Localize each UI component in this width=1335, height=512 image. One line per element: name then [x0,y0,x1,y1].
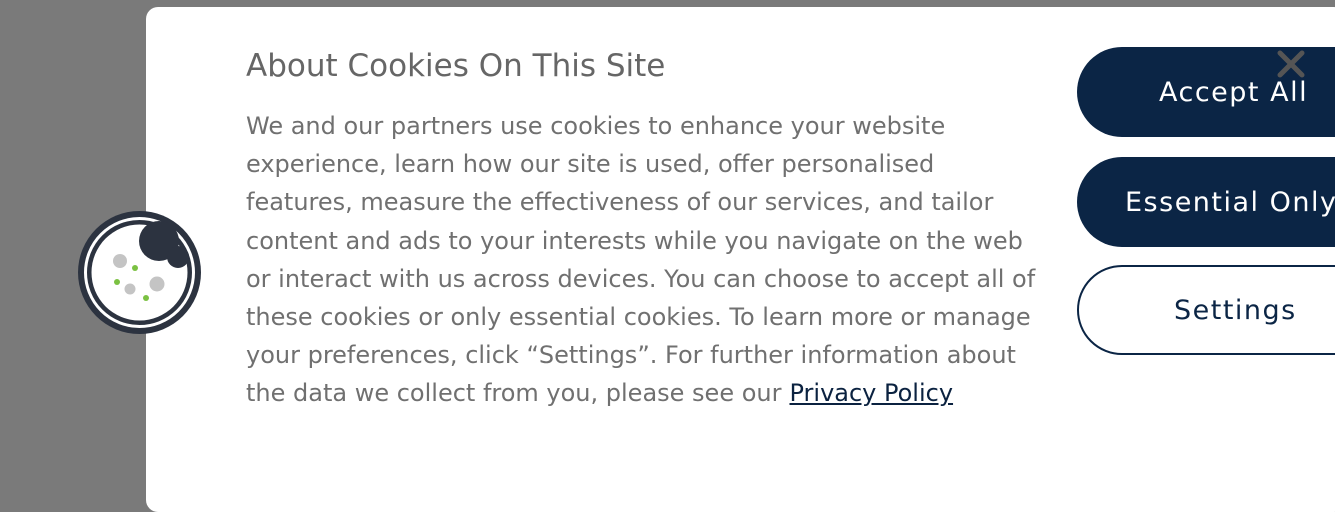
banner-title: About Cookies On This Site [246,48,666,84]
privacy-policy-link[interactable]: Privacy Policy [789,379,953,407]
banner-body-text: We and our partners use cookies to enhan… [246,112,1036,408]
settings-button[interactable]: Settings [1077,265,1335,355]
essential-only-button[interactable]: Essential Only [1077,157,1335,247]
banner-description: We and our partners use cookies to enhan… [246,107,1036,413]
close-button[interactable] [1273,46,1309,82]
cookie-badge [78,211,201,334]
close-icon [1277,50,1305,78]
cookie-icon [84,217,195,328]
